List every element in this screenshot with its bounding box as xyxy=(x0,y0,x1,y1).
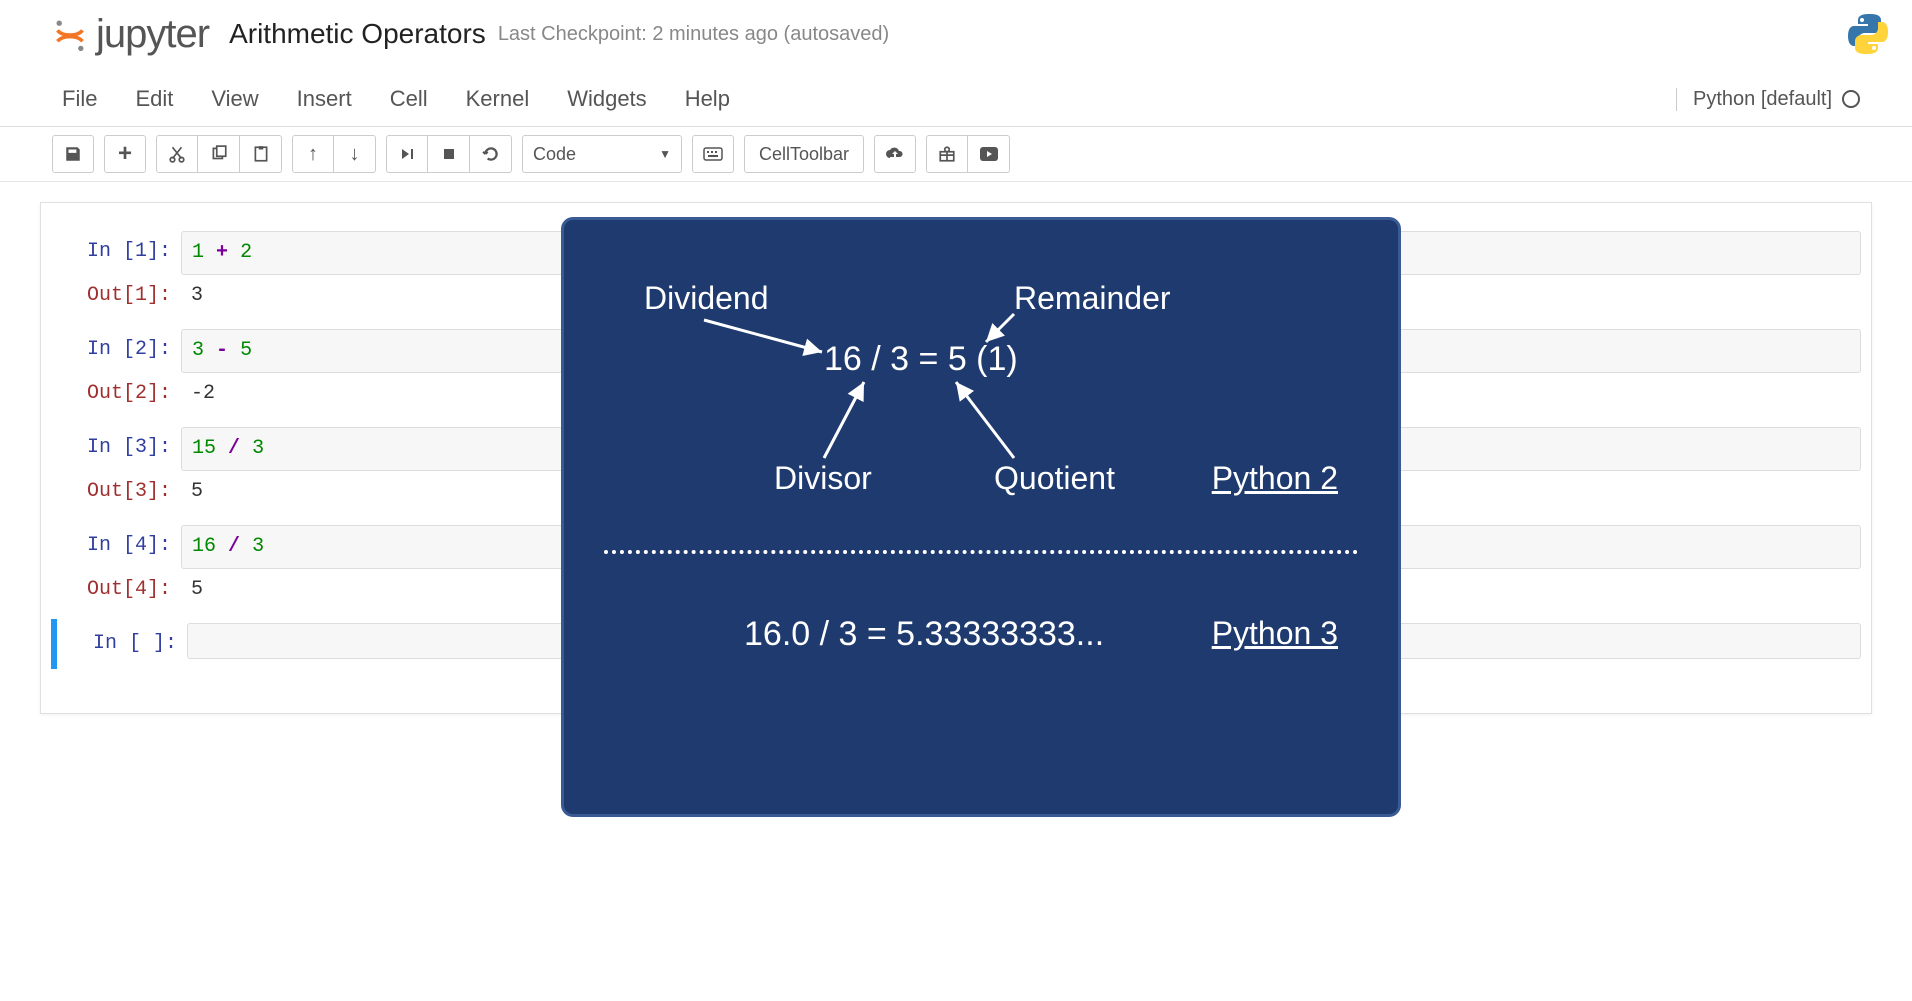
gift-icon xyxy=(938,145,956,163)
input-prompt: In [2]: xyxy=(51,329,181,371)
menu-cell[interactable]: Cell xyxy=(380,78,456,120)
restart-button[interactable] xyxy=(470,135,512,173)
step-forward-icon xyxy=(400,147,414,161)
keyboard-icon xyxy=(703,147,723,161)
cell-toolbar-label: CellToolbar xyxy=(759,144,849,165)
notebook-container: In [1]:1 + 2Out[1]:3In [2]:3 - 5Out[2]:-… xyxy=(0,182,1912,734)
restart-icon xyxy=(482,145,500,163)
overlay-python2: Python 2 xyxy=(1212,460,1338,497)
overlay-label-divisor: Divisor xyxy=(774,460,872,497)
menu-insert[interactable]: Insert xyxy=(287,78,380,120)
menu-edit[interactable]: Edit xyxy=(125,78,201,120)
save-button[interactable] xyxy=(52,135,94,173)
checkpoint-status: Last Checkpoint: 2 minutes ago (autosave… xyxy=(498,23,889,46)
kernel-name: Python [default] xyxy=(1693,88,1832,111)
overlay-divider xyxy=(604,550,1358,554)
input-prompt: In [1]: xyxy=(51,231,181,273)
cell-toolbar-button[interactable]: CellToolbar xyxy=(744,135,864,173)
kernel-indicator: Python [default] xyxy=(1676,88,1860,111)
copy-button[interactable] xyxy=(198,135,240,173)
input-prompt: In [ ]: xyxy=(57,623,187,665)
jupyter-icon xyxy=(52,16,88,52)
menu-kernel[interactable]: Kernel xyxy=(456,78,558,120)
overlay-label-dividend: Dividend xyxy=(644,280,769,317)
overlay-label-remainder: Remainder xyxy=(1014,280,1171,317)
paste-button[interactable] xyxy=(240,135,282,173)
stop-icon xyxy=(442,147,456,161)
menu-help[interactable]: Help xyxy=(675,78,758,120)
gift-button[interactable] xyxy=(926,135,968,173)
paste-icon xyxy=(252,145,270,163)
chevron-down-icon: ▼ xyxy=(659,147,671,161)
input-prompt: In [3]: xyxy=(51,427,181,469)
jupyter-logo-text: jupyter xyxy=(96,12,209,57)
presentation-button[interactable] xyxy=(968,135,1010,173)
overlay-python3: Python 3 xyxy=(1212,615,1338,652)
overlay-label-quotient: Quotient xyxy=(994,460,1115,497)
kernel-status-icon xyxy=(1842,90,1860,108)
play-rect-icon xyxy=(979,146,999,162)
output-prompt: Out[4]: xyxy=(51,569,181,611)
menu-widgets[interactable]: Widgets xyxy=(557,78,674,120)
run-button[interactable] xyxy=(386,135,428,173)
jupyter-logo[interactable]: jupyter xyxy=(52,12,209,57)
cut-icon xyxy=(168,145,186,163)
output-prompt: Out[2]: xyxy=(51,373,181,415)
output-prompt: Out[1]: xyxy=(51,275,181,317)
cell-type-value: Code xyxy=(533,144,576,165)
notebook-header: jupyter Arithmetic Operators Last Checkp… xyxy=(0,0,1912,72)
overlay-slide: Dividend Remainder 16 / 3 = 5 (1) Diviso… xyxy=(561,217,1401,817)
menu-file[interactable]: File xyxy=(52,78,125,120)
input-prompt: In [4]: xyxy=(51,525,181,567)
save-icon xyxy=(64,145,82,163)
overlay-equation-top: 16 / 3 = 5 (1) xyxy=(824,340,1018,379)
move-up-button[interactable]: ↑ xyxy=(292,135,334,173)
overlay-equation-bottom: 16.0 / 3 = 5.33333333... xyxy=(744,615,1104,654)
notebook-title[interactable]: Arithmetic Operators xyxy=(229,18,486,50)
cut-button[interactable] xyxy=(156,135,198,173)
menu-view[interactable]: View xyxy=(201,78,286,120)
cloud-upload-icon xyxy=(885,146,905,162)
cell-type-select[interactable]: Code ▼ xyxy=(522,135,682,173)
interrupt-button[interactable] xyxy=(428,135,470,173)
toolbar: + ↑ ↓ Code ▼ CellToolbar xyxy=(0,127,1912,182)
python-icon xyxy=(1844,10,1892,58)
command-palette-button[interactable] xyxy=(692,135,734,173)
move-down-button[interactable]: ↓ xyxy=(334,135,376,173)
menubar: FileEditViewInsertCellKernelWidgetsHelp … xyxy=(0,72,1912,127)
cloud-upload-button[interactable] xyxy=(874,135,916,173)
notebook-inner: In [1]:1 + 2Out[1]:3In [2]:3 - 5Out[2]:-… xyxy=(40,202,1872,714)
add-cell-button[interactable]: + xyxy=(104,135,146,173)
copy-icon xyxy=(210,145,228,163)
output-prompt: Out[3]: xyxy=(51,471,181,513)
